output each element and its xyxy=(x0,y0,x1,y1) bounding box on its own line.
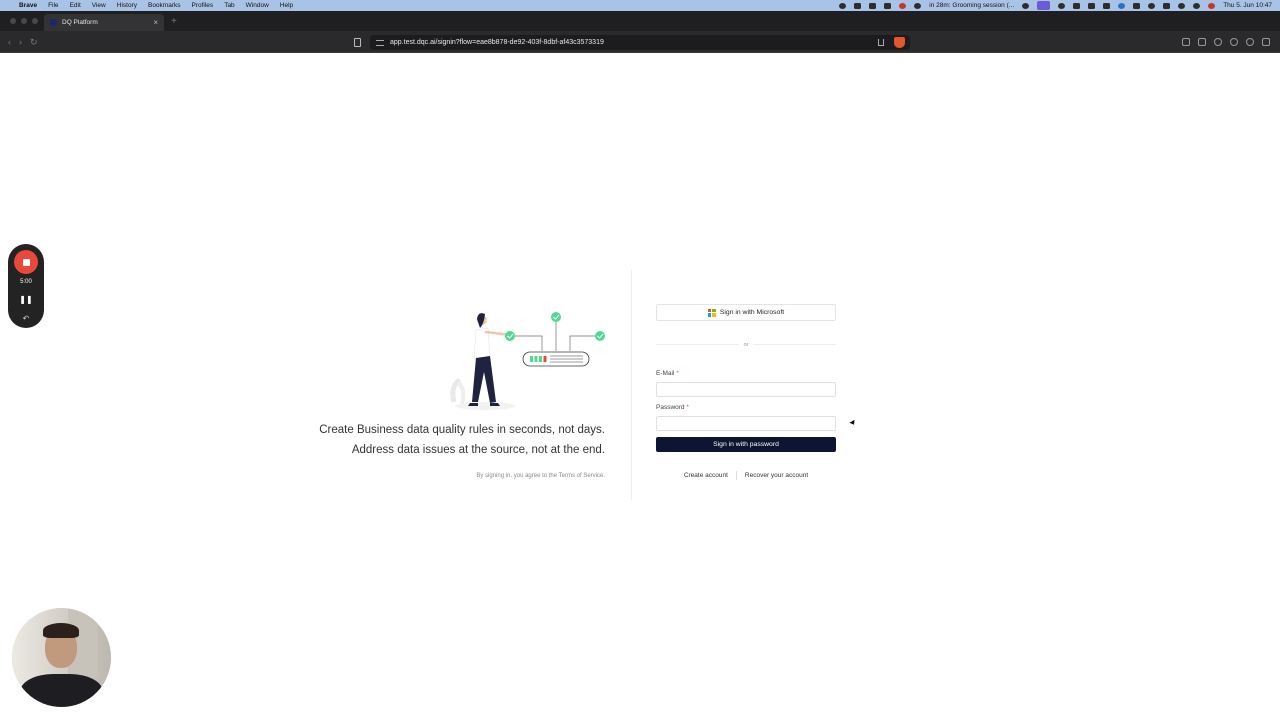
menu-tab[interactable]: Tab xyxy=(224,2,234,9)
tagline-line-2: Address data issues at the source, not a… xyxy=(351,444,605,456)
screen-recorder-widget: 5:00 ❚❚ ↶ xyxy=(8,244,44,328)
status-icon[interactable] xyxy=(1118,2,1126,9)
browser-tabbar: DQ Platform × + xyxy=(0,11,1280,32)
stop-icon xyxy=(22,258,30,266)
favicon-icon xyxy=(50,19,57,26)
status-icon[interactable] xyxy=(899,2,907,9)
menu-file[interactable]: File xyxy=(48,2,58,9)
tab-dq-platform[interactable]: DQ Platform × xyxy=(44,14,164,31)
recover-account-link[interactable]: Recover your account xyxy=(745,472,808,479)
menubar-app-name[interactable]: Brave xyxy=(19,2,37,9)
status-icon[interactable] xyxy=(839,2,847,9)
browser-toolbar: ‹ › ↻ app.test.dqc.ai/signin?flow=eae8b8… xyxy=(0,32,1280,53)
cloud-icon[interactable] xyxy=(1073,2,1081,9)
recording-time: 5:00 xyxy=(20,279,32,285)
menubar-clock[interactable]: Thu 5. Jun 10:47 xyxy=(1223,2,1272,9)
macos-menubar: Brave File Edit View History Bookmarks P… xyxy=(0,0,1280,11)
profile-icon[interactable] xyxy=(1246,38,1254,46)
siri-icon[interactable] xyxy=(1208,2,1216,9)
check-icon xyxy=(505,331,515,341)
hero-illustration xyxy=(450,312,605,410)
menu-edit[interactable]: Edit xyxy=(70,2,81,9)
new-tab-icon[interactable]: + xyxy=(171,16,177,27)
person-hair xyxy=(477,313,485,328)
sidebar-icon[interactable] xyxy=(1182,38,1190,46)
required-mark: * xyxy=(676,370,679,377)
tab-title: DQ Platform xyxy=(62,19,98,26)
menubar-status-area: in 28m: Grooming session (... Thu 5. Jun… xyxy=(839,0,1272,11)
menubar-left: Brave File Edit View History Bookmarks P… xyxy=(0,2,304,9)
back-icon[interactable]: ‹ xyxy=(8,37,11,48)
email-field[interactable] xyxy=(656,382,836,397)
email-label: E-Mail * xyxy=(656,370,679,377)
password-label: Password * xyxy=(656,404,689,411)
webcam-overlay xyxy=(12,608,111,707)
check-icon xyxy=(551,312,561,322)
menu-history[interactable]: History xyxy=(117,2,137,9)
bookmark-icon[interactable] xyxy=(354,38,361,47)
screen-record-icon[interactable] xyxy=(1037,1,1051,10)
person-pants xyxy=(472,356,496,403)
sign-in-password-button[interactable]: Sign in with password xyxy=(656,437,836,452)
column-divider xyxy=(631,270,632,500)
status-icon[interactable] xyxy=(1103,2,1111,9)
sign-in-microsoft-button[interactable]: Sign in with Microsoft xyxy=(656,304,836,321)
menu-view[interactable]: View xyxy=(92,2,106,9)
close-tab-icon[interactable]: × xyxy=(153,18,158,27)
status-icon[interactable] xyxy=(1193,2,1201,9)
sign-in-microsoft-label: Sign in with Microsoft xyxy=(719,309,785,316)
create-account-link[interactable]: Create account xyxy=(684,472,728,479)
vpn-icon[interactable] xyxy=(1230,38,1238,46)
reload-icon[interactable]: ↻ xyxy=(30,37,38,48)
menu-icon[interactable] xyxy=(1262,38,1270,46)
extensions-icon[interactable] xyxy=(1214,38,1222,46)
connector-line xyxy=(569,335,595,351)
menu-help[interactable]: Help xyxy=(280,2,293,9)
password-field[interactable] xyxy=(656,416,836,431)
menu-bookmarks[interactable]: Bookmarks xyxy=(148,2,181,9)
address-bar[interactable]: app.test.dqc.ai/signin?flow=eae8b878-de9… xyxy=(370,35,910,50)
connector-line xyxy=(515,335,543,351)
forward-icon[interactable]: › xyxy=(19,37,22,48)
account-links: Create account Recover your account xyxy=(656,471,836,480)
control-center-icon[interactable] xyxy=(1163,2,1171,9)
search-icon[interactable] xyxy=(1178,2,1186,9)
wallet-icon[interactable] xyxy=(1198,38,1206,46)
terms-text[interactable]: By signing in, you agree to the Terms of… xyxy=(476,473,605,479)
check-icon xyxy=(595,331,605,341)
stop-recording-button[interactable] xyxy=(14,250,38,274)
pause-icon[interactable]: ❚❚ xyxy=(8,295,44,304)
or-label: or xyxy=(743,341,749,348)
undo-icon[interactable]: ↶ xyxy=(8,314,44,323)
wifi-icon[interactable] xyxy=(1148,2,1156,9)
site-settings-icon[interactable] xyxy=(376,39,384,46)
nav-buttons: ‹ › ↻ xyxy=(8,37,38,48)
clock-icon[interactable] xyxy=(1022,2,1030,9)
brave-shields-icon[interactable] xyxy=(894,37,905,48)
calendar-event-text[interactable]: in 28m: Grooming session (... xyxy=(929,2,1014,9)
minimize-window-button[interactable] xyxy=(21,18,27,24)
status-icon[interactable] xyxy=(869,2,877,9)
window-controls xyxy=(10,18,38,24)
status-icon[interactable] xyxy=(1088,2,1096,9)
close-window-button[interactable] xyxy=(10,18,16,24)
microsoft-logo-icon xyxy=(707,308,716,317)
required-mark: * xyxy=(686,404,689,411)
zoom-window-button[interactable] xyxy=(32,18,38,24)
or-divider: or xyxy=(656,340,837,349)
status-icon[interactable] xyxy=(1058,2,1066,9)
tagline-line-1: Create Business data quality rules in se… xyxy=(319,424,605,436)
toolbar-right xyxy=(1182,38,1270,46)
menu-window[interactable]: Window xyxy=(246,2,269,9)
share-icon[interactable] xyxy=(878,39,884,46)
plant-shape xyxy=(456,380,466,405)
menu-profiles[interactable]: Profiles xyxy=(192,2,214,9)
status-icon[interactable] xyxy=(914,2,922,9)
battery-icon[interactable] xyxy=(1133,2,1141,9)
url-text[interactable]: app.test.dqc.ai/signin?flow=eae8b878-de9… xyxy=(390,39,604,46)
cloud-icon[interactable] xyxy=(884,2,892,9)
mouse-cursor-icon xyxy=(849,419,857,427)
status-icon[interactable] xyxy=(854,2,862,9)
